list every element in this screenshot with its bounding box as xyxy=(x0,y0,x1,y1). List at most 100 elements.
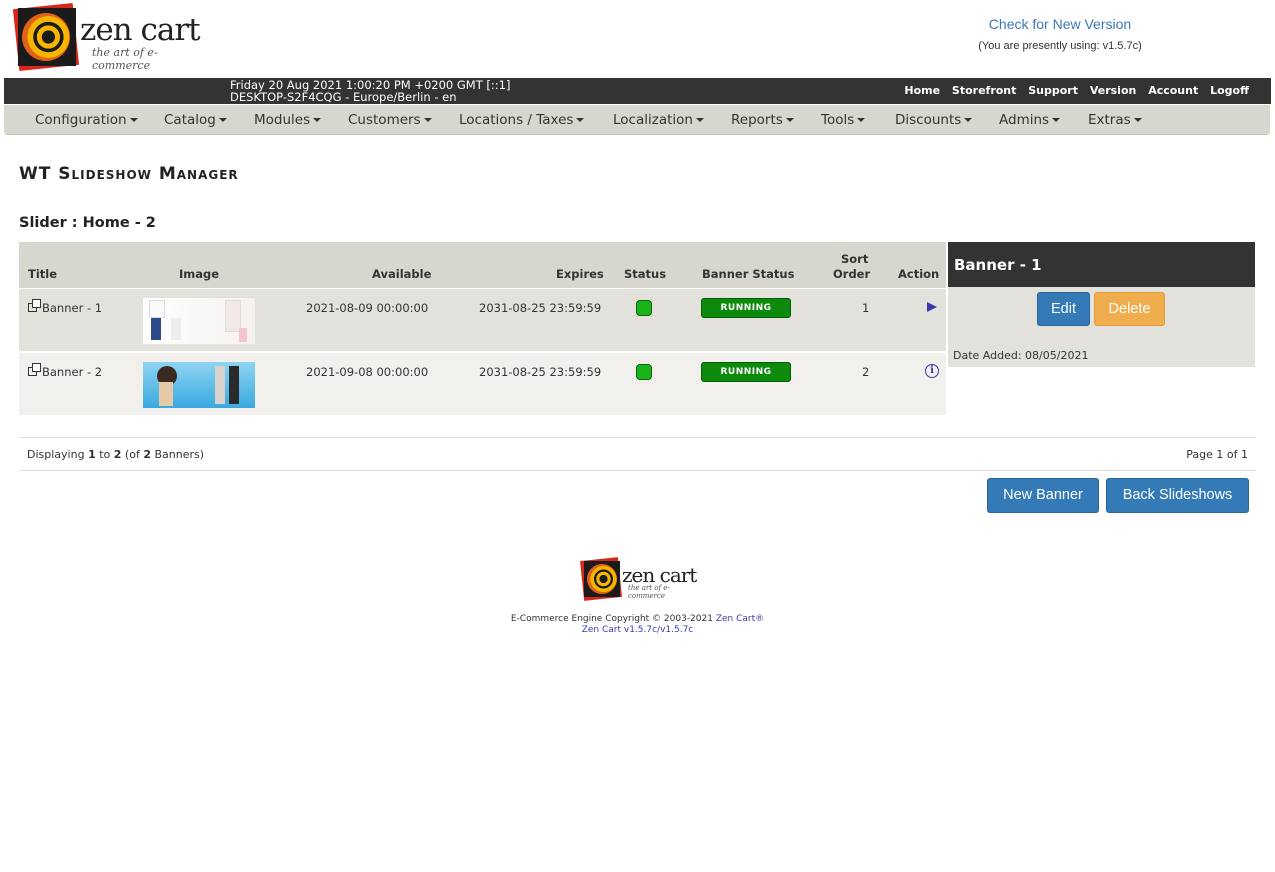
main-menu: Configuration Catalog Modules Customers … xyxy=(4,105,1270,135)
caret-down-icon xyxy=(423,118,432,122)
server-info: Friday 20 Aug 2021 1:00:20 PM +0200 GMT … xyxy=(230,79,510,103)
figure-shape xyxy=(229,366,239,404)
menu-tools[interactable]: Tools xyxy=(821,112,866,128)
top-link-support[interactable]: Support xyxy=(1028,84,1078,97)
server-host: DESKTOP-S2F4CQG - Europe/Berlin - en xyxy=(230,90,457,104)
caret-down-icon xyxy=(576,118,585,122)
row-expires: 2031-08-25 23:59:59 xyxy=(479,365,602,379)
selected-arrow-icon xyxy=(927,302,937,312)
caret-down-icon xyxy=(129,118,138,122)
version-link[interactable]: Zen Cart v1.5.7c/v1.5.7c xyxy=(0,625,1275,636)
zen-cart-logo[interactable]: zen cart the art of e-commerce xyxy=(12,3,202,74)
header: zen cart the art of e-commerce Check for… xyxy=(0,0,1275,78)
footer-logo[interactable]: zen cart the art of e-commerce xyxy=(580,557,700,602)
figure-shape xyxy=(171,318,181,340)
check-new-version-link[interactable]: Check for New Version xyxy=(940,16,1180,32)
col-sort-label-1: Sort xyxy=(841,252,869,266)
edit-button[interactable]: Edit xyxy=(1037,292,1090,326)
top-link-version[interactable]: Version xyxy=(1090,84,1137,97)
table-header: Title Image Available Expires Status Ban… xyxy=(19,242,946,288)
menu-configuration[interactable]: Configuration xyxy=(35,112,138,128)
top-link-storefront[interactable]: Storefront xyxy=(952,84,1016,97)
row-title[interactable]: Banner - 2 xyxy=(28,363,103,379)
row-sort-order: 2 xyxy=(862,365,870,379)
display-prefix: Displaying xyxy=(27,448,89,461)
menu-label: Reports xyxy=(731,112,783,128)
menu-localization[interactable]: Localization xyxy=(613,112,704,128)
figure-shape xyxy=(149,300,165,318)
col-banner-status: Banner Status xyxy=(702,267,795,281)
menu-modules[interactable]: Modules xyxy=(254,112,322,128)
top-link-home[interactable]: Home xyxy=(904,84,940,97)
delete-button[interactable]: Delete xyxy=(1094,292,1165,326)
caret-down-icon xyxy=(964,118,973,122)
menu-label: Locations / Taxes xyxy=(459,112,574,128)
top-link-account[interactable]: Account xyxy=(1148,84,1198,97)
table-row[interactable]: Banner - 1 2021-08-09 00:00:00 2031-08-2… xyxy=(19,289,946,352)
caret-down-icon xyxy=(857,118,866,122)
menu-admins[interactable]: Admins xyxy=(999,112,1061,128)
menu-label: Customers xyxy=(348,112,421,128)
banner-status-badge: RUNNING xyxy=(701,298,791,318)
display-of-suffix: Banners) xyxy=(150,448,205,461)
row-title[interactable]: Banner - 1 xyxy=(28,299,103,315)
panel-heading: Banner - 1 xyxy=(954,256,1042,274)
menu-discounts[interactable]: Discounts xyxy=(895,112,973,128)
menu-label: Configuration xyxy=(35,112,127,128)
slider-title: Slider : Home - 2 xyxy=(19,215,156,231)
col-title: Title xyxy=(28,267,58,281)
col-action: Action xyxy=(898,267,940,281)
footer-logo-tagline: the art of e-commerce xyxy=(628,584,670,600)
banner-detail-panel: Banner - 1 Edit Delete Date Added: 08/05… xyxy=(948,242,1255,367)
figure-shape xyxy=(239,328,247,342)
copyright-text: E-Commerce Engine Copyright © 2003-2021 xyxy=(510,614,716,624)
menu-customers[interactable]: Customers xyxy=(348,112,432,128)
caret-down-icon xyxy=(313,118,322,122)
status-green-icon[interactable] xyxy=(636,364,652,380)
row-title-text: Banner - 1 xyxy=(42,301,103,315)
menu-locations-taxes[interactable]: Locations / Taxes xyxy=(459,112,585,128)
menu-label: Discounts xyxy=(895,112,962,128)
menu-label: Localization xyxy=(613,112,693,128)
date-added: Date Added: 08/05/2021 xyxy=(953,349,1089,362)
menu-extras[interactable]: Extras xyxy=(1088,112,1142,128)
col-expires: Expires xyxy=(556,267,604,281)
footer-copyright: E-Commerce Engine Copyright © 2003-2021 … xyxy=(0,614,1275,636)
zen-cart-link[interactable]: Zen Cart® xyxy=(716,614,764,624)
menu-label: Admins xyxy=(999,112,1050,128)
row-available: 2021-08-09 00:00:00 xyxy=(306,301,429,315)
display-to-word: to xyxy=(95,448,114,461)
display-count: Displaying 1 to 2 (of 2 Banners) xyxy=(27,448,204,461)
table-row[interactable]: Banner - 2 2021-09-08 00:00:00 2031-08-2… xyxy=(19,353,946,416)
external-window-icon xyxy=(28,363,41,376)
status-green-icon[interactable] xyxy=(636,300,652,316)
back-slideshows-button[interactable]: Back Slideshows xyxy=(1106,478,1249,513)
external-window-icon xyxy=(28,299,41,312)
new-banner-button[interactable]: New Banner xyxy=(987,478,1099,513)
top-links: Home Storefront Support Version Account … xyxy=(896,84,1249,97)
info-icon[interactable]: i xyxy=(925,364,939,378)
col-status: Status xyxy=(624,267,667,281)
top-link-logoff[interactable]: Logoff xyxy=(1210,84,1249,97)
banner-status-badge: RUNNING xyxy=(701,362,791,382)
logo-word: zen cart xyxy=(80,12,201,48)
row-title-text: Banner - 2 xyxy=(42,365,103,379)
display-of-prefix: (of xyxy=(121,448,144,461)
version-box: Check for New Version (You are presently… xyxy=(940,16,1180,52)
menu-catalog[interactable]: Catalog xyxy=(164,112,227,128)
row-available: 2021-09-08 00:00:00 xyxy=(306,365,429,379)
panel-body: Edit Delete Date Added: 08/05/2021 xyxy=(948,287,1255,367)
display-total: 2 xyxy=(143,448,151,461)
col-sort-label-2: Order xyxy=(833,267,871,281)
col-available: Available xyxy=(372,267,432,281)
col-image: Image xyxy=(179,267,220,281)
caret-down-icon xyxy=(785,118,794,122)
row-sort-order: 1 xyxy=(862,301,870,315)
menu-label: Modules xyxy=(254,112,311,128)
caret-down-icon xyxy=(1133,118,1142,122)
menu-reports[interactable]: Reports xyxy=(731,112,794,128)
caret-down-icon xyxy=(1052,118,1061,122)
logo-swirl-icon xyxy=(22,13,70,61)
panel-header: Banner - 1 xyxy=(948,242,1255,287)
page-title: WT Slideshow Manager xyxy=(19,164,239,184)
